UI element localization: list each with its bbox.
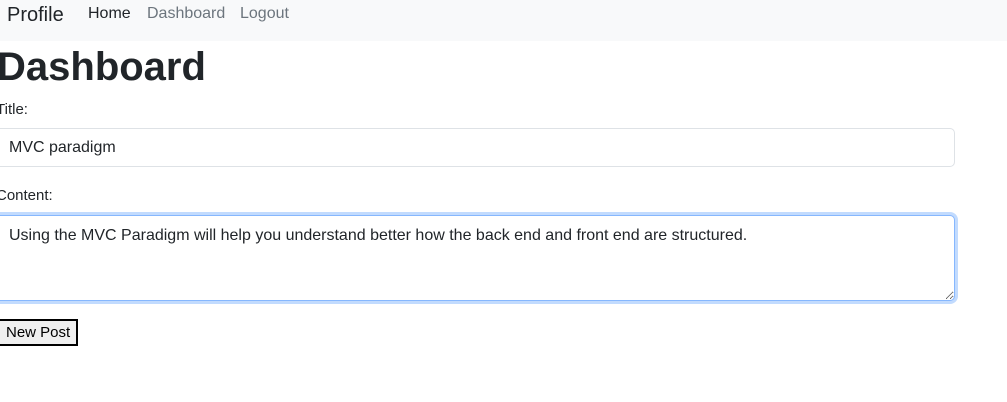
title-input[interactable]	[0, 128, 955, 167]
nav-link-logout[interactable]: Logout	[240, 5, 289, 23]
nav-link-home[interactable]: Home	[88, 5, 131, 23]
brand-link[interactable]: Profile	[7, 3, 64, 27]
content-textarea[interactable]: Using the MVC Paradigm will help you und…	[0, 215, 955, 301]
nav-link-dashboard[interactable]: Dashboard	[147, 5, 225, 23]
page-title: Dashboard	[0, 45, 206, 89]
new-post-button[interactable]: New Post	[0, 319, 79, 346]
navbar: Profile Home Dashboard Logout	[0, 0, 1007, 41]
content-label: Content:	[0, 187, 53, 204]
title-label: Title:	[0, 101, 28, 118]
